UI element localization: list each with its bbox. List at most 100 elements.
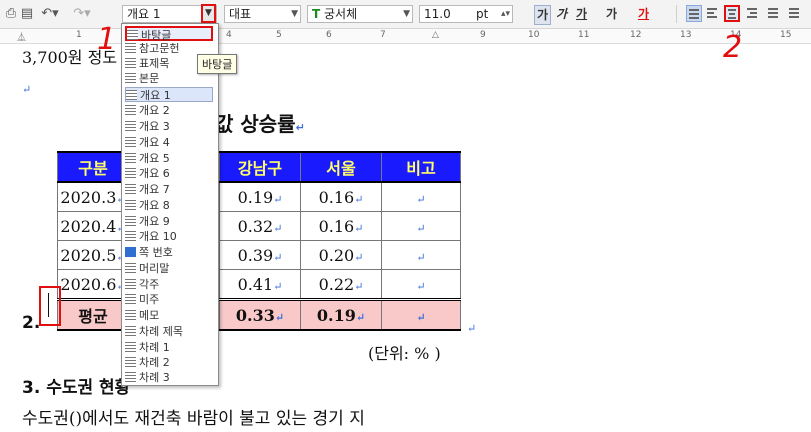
align-center-button[interactable] xyxy=(724,5,740,22)
align-justify-button[interactable] xyxy=(686,5,702,22)
table-cell[interactable]: ↵ xyxy=(381,211,461,241)
save-icon[interactable]: ▤ xyxy=(20,5,34,23)
paragraph-mark: ↵ xyxy=(273,250,283,264)
table-cell[interactable]: ↵ xyxy=(381,240,461,270)
paragraph-mark: ↵ xyxy=(274,310,285,324)
table-cell[interactable]: 0.22↵ xyxy=(300,269,382,300)
table-cell[interactable]: 2020.4↵ xyxy=(57,211,129,241)
style-option-label: 차례 2 xyxy=(139,356,170,369)
style-option[interactable]: 차례 제목 xyxy=(125,324,213,339)
underline-button[interactable]: 가 xyxy=(576,5,587,23)
style-icon xyxy=(125,263,136,273)
font-color-button[interactable]: 가 xyxy=(638,5,649,23)
table-cell[interactable]: 0.32↵ xyxy=(219,211,301,241)
font-language-select[interactable]: 대표 ▼ xyxy=(224,5,301,23)
distribute-button[interactable] xyxy=(766,5,782,22)
style-option[interactable]: 개요 3 xyxy=(125,119,213,134)
paragraph-mark: ↵ xyxy=(354,192,364,206)
divide-button[interactable] xyxy=(787,5,803,22)
ruler-number: 10 xyxy=(528,30,540,40)
paragraph-mark: ↵ xyxy=(416,310,426,324)
style-option-label: 개요 6 xyxy=(139,167,170,180)
style-option[interactable]: 개요 8 xyxy=(125,198,213,213)
redo-icon[interactable]: ↷▾ xyxy=(72,5,92,23)
style-option[interactable]: 차례 2 xyxy=(125,355,213,370)
style-option[interactable]: 쪽 번호 xyxy=(125,245,213,260)
table-cell[interactable]: 2020.6↵ xyxy=(57,269,129,300)
table-cell[interactable]: 2020.5↵ xyxy=(57,240,129,270)
ruler-tab-marker[interactable]: △ xyxy=(432,30,439,40)
table-cell[interactable]: 0.19↵ xyxy=(219,182,301,212)
table-cell[interactable]: 0.33↵ xyxy=(219,298,301,331)
style-icon xyxy=(125,310,136,320)
align-right-button[interactable] xyxy=(745,5,761,22)
style-option[interactable]: 개요 10 xyxy=(125,229,213,244)
separator xyxy=(676,5,677,23)
font-name-select[interactable]: T 궁서체 ▼ xyxy=(307,5,413,23)
section-2-heading: 2. xyxy=(22,313,41,333)
table-header[interactable]: 강남구 xyxy=(219,151,301,183)
style-icon xyxy=(125,294,136,304)
bold-button[interactable]: 가 xyxy=(534,5,552,25)
table-cell[interactable]: ↵ xyxy=(381,298,461,331)
style-option[interactable]: 머리말 xyxy=(125,261,213,276)
ruler-number: 12 xyxy=(630,30,642,40)
table-cell[interactable]: 0.16↵ xyxy=(300,211,382,241)
font-name-value: 궁서체 xyxy=(324,7,358,21)
style-option[interactable]: 각주 xyxy=(125,277,213,292)
paragraph-mark: ↵ xyxy=(273,221,283,235)
style-option[interactable]: 개요 6 xyxy=(125,166,213,181)
table-header[interactable]: 비고 xyxy=(381,151,461,183)
ruler-number: 1 xyxy=(76,30,82,40)
table-cell[interactable]: 0.41↵ xyxy=(219,269,301,300)
text-cursor xyxy=(48,293,49,317)
style-option[interactable]: 개요 5 xyxy=(125,151,213,166)
table-cell[interactable]: ↵ xyxy=(381,182,461,212)
data-table: 구분 강남구 서울 비고 2020.3↵ 0.19↵ 0.16↵ ↵ 2020.… xyxy=(57,151,461,331)
style-option-selected[interactable]: 개요 1 xyxy=(125,87,213,102)
style-option[interactable]: 차례 1 xyxy=(125,340,213,355)
table-header[interactable]: 서울 xyxy=(300,151,382,183)
ruler-number: 9 xyxy=(480,30,486,40)
style-dropdown-button[interactable]: ▼ xyxy=(201,4,216,23)
style-option-label: 쪽 번호 xyxy=(139,246,173,259)
table-cell[interactable]: 0.39↵ xyxy=(219,240,301,270)
style-option-label: 차례 1 xyxy=(139,341,170,354)
style-icon xyxy=(125,153,136,163)
table-cell[interactable]: ↵ xyxy=(381,269,461,300)
chevron-down-icon: ▼ xyxy=(291,9,298,19)
style-icon xyxy=(125,342,136,352)
style-option[interactable]: 개요 9 xyxy=(125,214,213,229)
table-cell[interactable]: 0.20↵ xyxy=(300,240,382,270)
table-cell[interactable]: 0.16↵ xyxy=(300,182,382,212)
undo-icon[interactable]: ↶▾ xyxy=(40,5,60,23)
style-icon xyxy=(125,216,136,226)
table-cell[interactable]: 0.19↵ xyxy=(300,298,382,331)
print-icon[interactable]: ⎙ xyxy=(4,5,18,23)
style-option[interactable]: 메모 xyxy=(125,308,213,323)
style-option-label: 차례 3 xyxy=(139,371,170,384)
strike-button[interactable]: 가 xyxy=(606,5,617,23)
style-option[interactable]: 개요 2 xyxy=(125,103,213,118)
ruler-number: 6 xyxy=(326,30,332,40)
annotation-number-1: 1 xyxy=(97,22,117,57)
font-size-select[interactable]: 11.0 pt ▴▾ xyxy=(419,5,513,23)
style-option[interactable]: 미주 xyxy=(125,292,213,307)
align-left-button[interactable] xyxy=(705,5,721,22)
italic-button[interactable]: 가 xyxy=(556,5,567,23)
paragraph-mark: ↵ xyxy=(416,279,426,293)
table-title: 값 상승률↵ xyxy=(215,108,305,137)
ruler-indent-marker[interactable]: ⏅ xyxy=(17,30,26,43)
style-option[interactable]: 바탕글 xyxy=(125,26,213,42)
style-option[interactable]: 차례 3 xyxy=(125,370,213,385)
table-header[interactable]: 구분 xyxy=(57,151,129,183)
style-option[interactable]: 개요 4 xyxy=(125,135,213,150)
table-cell[interactable]: 평균 xyxy=(57,298,129,331)
paragraph-mark: ↵ xyxy=(354,250,364,264)
paragraph-mark: ↵ xyxy=(273,279,283,293)
style-option[interactable]: 개요 7 xyxy=(125,182,213,197)
style-icon xyxy=(126,90,137,100)
table-cell[interactable]: 2020.3↵ xyxy=(57,182,129,212)
font-size-value: 11.0 xyxy=(424,7,451,21)
paragraph-mark: ↵ xyxy=(354,279,364,293)
